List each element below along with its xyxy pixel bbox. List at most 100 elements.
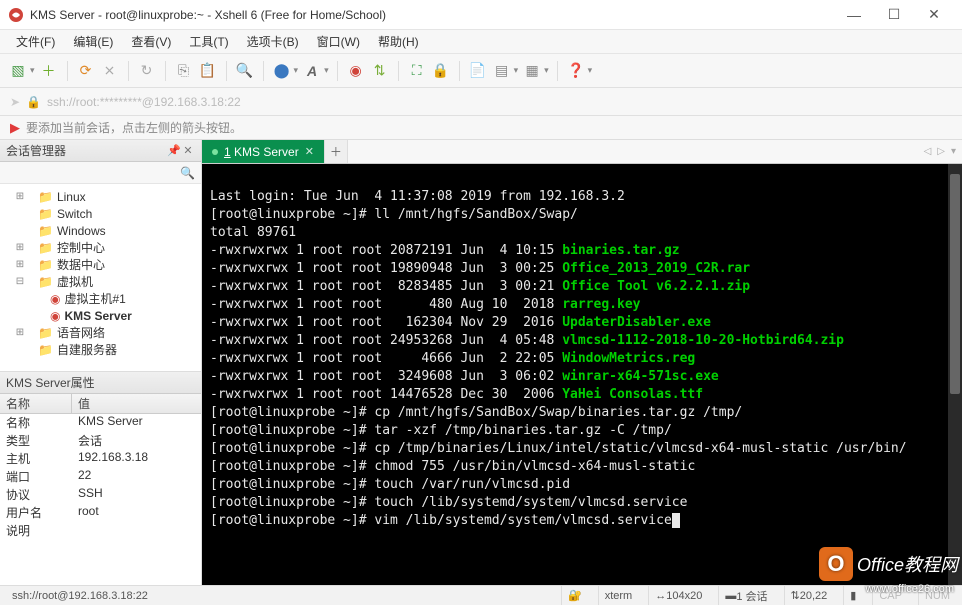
tree-item[interactable]: ◉ KMS Server — [2, 307, 199, 324]
menu-item[interactable]: 选项卡(B) — [241, 31, 305, 52]
close-button[interactable]: ✕ — [914, 0, 954, 30]
tree-item[interactable]: ⊞📁语音网络 — [2, 324, 199, 341]
status-sessions: 1 会话 — [736, 588, 767, 604]
menu-item[interactable]: 工具(T) — [183, 31, 234, 52]
tab-kms-server[interactable]: 1 KMS Server ✕ — [202, 140, 324, 163]
dropdown-icon[interactable]: ▾ — [544, 65, 549, 76]
script-icon[interactable]: 📄 — [468, 61, 488, 81]
menu-item[interactable]: 帮助(H) — [372, 31, 425, 52]
arrow-icon[interactable]: ➤ — [10, 95, 20, 109]
hint-bar: ▶ 要添加当前会话，点击左侧的箭头按钮。 — [0, 116, 962, 140]
separator — [557, 61, 558, 81]
folder-icon: 📁 — [38, 224, 53, 238]
separator — [398, 61, 399, 81]
tree-item[interactable]: ⊟📁虚拟机 — [2, 273, 199, 290]
pin-icon[interactable]: 📌 — [167, 144, 181, 157]
bookmark-icon[interactable]: ▶ — [10, 120, 20, 136]
tree-item[interactable]: 📁自建服务器 — [2, 341, 199, 358]
add-icon[interactable]: ＋ — [39, 61, 59, 81]
maximize-button[interactable]: ☐ — [874, 0, 914, 30]
dropdown-icon[interactable]: ▾ — [294, 65, 299, 76]
prop-value: 192.168.3.18 — [72, 450, 201, 468]
paste-icon[interactable]: 📋 — [198, 61, 218, 81]
tab-add-button[interactable]: ＋ — [324, 140, 348, 163]
lock-icon: 🔒 — [26, 95, 41, 109]
property-row: 类型会话 — [0, 432, 201, 450]
tree-label: 自建服务器 — [57, 341, 117, 358]
tree-label: Windows — [57, 224, 106, 238]
prop-key: 主机 — [0, 450, 72, 468]
transfer-icon[interactable]: ⇅ — [370, 61, 390, 81]
prop-key: 名称 — [0, 414, 72, 432]
disconnect-icon[interactable]: ⨯ — [100, 61, 120, 81]
find-icon[interactable]: 🔍 — [235, 61, 255, 81]
minimize-button[interactable]: — — [834, 0, 874, 30]
lock-icon[interactable]: 🔒 — [431, 61, 451, 81]
terminal[interactable]: Last login: Tue Jun 4 11:37:08 2019 from… — [202, 164, 962, 585]
session-panel-header: 会话管理器 📌 ✕ — [0, 140, 201, 162]
tree-item[interactable]: ⊞📁控制中心 — [2, 239, 199, 256]
session-search[interactable]: 🔍 — [0, 162, 201, 184]
tree-item[interactable]: ⊞📁数据中心 — [2, 256, 199, 273]
folder-icon: 📁 — [38, 258, 53, 272]
tab-prev-icon[interactable]: ◁ — [924, 146, 932, 157]
xshell-icon[interactable]: ◉ — [346, 61, 366, 81]
dropdown-icon[interactable]: ▾ — [514, 65, 519, 76]
hint-text: 要添加当前会话，点击左侧的箭头按钮。 — [26, 119, 242, 136]
tree-label: 虚拟机 — [57, 273, 93, 290]
toolbar: ▧▾ ＋ ⟳ ⨯ ↻ ⎘ 📋 🔍 ⬤▾ A▾ ◉ ⇅ ⛶ 🔒 📄 ▤▾ ▦▾ ❓… — [0, 54, 962, 88]
menu-item[interactable]: 窗口(W) — [311, 31, 366, 52]
updown-icon: ⇅ — [791, 589, 800, 602]
color-icon[interactable]: ⬤ — [272, 61, 292, 81]
reconnect-icon[interactable]: ⟳ — [76, 61, 96, 81]
status-pos: 20,22 — [800, 590, 828, 602]
session-tree[interactable]: ⊞📁Linux📁Switch📁Windows⊞📁控制中心⊞📁数据中心⊟📁虚拟机◉… — [0, 184, 201, 372]
tree-item[interactable]: ◉虚拟主机#1 — [2, 290, 199, 307]
address-text: ssh://root:*********@192.168.3.18:22 — [47, 95, 241, 109]
tree-item[interactable]: 📁Switch — [2, 205, 199, 222]
prop-key: 端口 — [0, 468, 72, 486]
tree-item[interactable]: 📁 Windows — [2, 222, 199, 239]
layout-icon[interactable]: ▤ — [492, 61, 512, 81]
tree-label: 虚拟主机#1 — [64, 290, 125, 307]
dropdown-icon[interactable]: ▾ — [324, 65, 329, 76]
tree-label: KMS Server — [64, 309, 131, 323]
tree-label: 数据中心 — [57, 256, 105, 273]
font-icon[interactable]: A — [302, 61, 322, 81]
tab-label: KMS Server — [234, 145, 299, 159]
tree-item[interactable]: ⊞📁Linux — [2, 188, 199, 205]
property-row: 说明 — [0, 522, 201, 540]
property-row: 用户名root — [0, 504, 201, 522]
tile-icon[interactable]: ▦ — [522, 61, 542, 81]
property-row: 协议SSH — [0, 486, 201, 504]
tab-menu-icon[interactable]: ▾ — [951, 146, 956, 157]
scrollbar-thumb[interactable] — [950, 174, 960, 394]
prop-key: 类型 — [0, 432, 72, 450]
terminal-scrollbar[interactable] — [948, 164, 962, 585]
tab-close-icon[interactable]: ✕ — [305, 145, 314, 158]
session-icon: ◉ — [50, 309, 60, 323]
size-icon: ↔ — [655, 590, 666, 602]
panel-close-icon[interactable]: ✕ — [181, 144, 195, 157]
properties-grid: 名称KMS Server类型会话主机192.168.3.18端口22协议SSH用… — [0, 414, 201, 585]
folder-icon: 📁 — [38, 207, 53, 221]
properties-header-row: 名称 值 — [0, 394, 201, 414]
dropdown-icon[interactable]: ▾ — [588, 65, 593, 76]
prop-value: 22 — [72, 468, 201, 486]
menu-item[interactable]: 文件(F) — [10, 31, 61, 52]
status-ssh-icon: 🔐 — [561, 586, 588, 605]
reload-icon[interactable]: ↻ — [137, 61, 157, 81]
address-bar[interactable]: ➤ 🔒 ssh://root:*********@192.168.3.18:22 — [0, 88, 962, 116]
menu-item[interactable]: 查看(V) — [125, 31, 177, 52]
menu-item[interactable]: 编辑(E) — [67, 31, 119, 52]
folder-icon: 📁 — [38, 241, 53, 255]
copy-icon[interactable]: ⎘ — [174, 61, 194, 81]
new-session-icon[interactable]: ▧ — [8, 61, 28, 81]
tab-next-icon[interactable]: ▷ — [937, 146, 945, 157]
help-icon[interactable]: ❓ — [566, 61, 586, 81]
tree-label: 语音网络 — [57, 324, 105, 341]
dropdown-icon[interactable]: ▾ — [30, 65, 35, 76]
status-encoding: xterm — [598, 586, 639, 605]
separator — [67, 61, 68, 81]
fullscreen-icon[interactable]: ⛶ — [407, 61, 427, 81]
